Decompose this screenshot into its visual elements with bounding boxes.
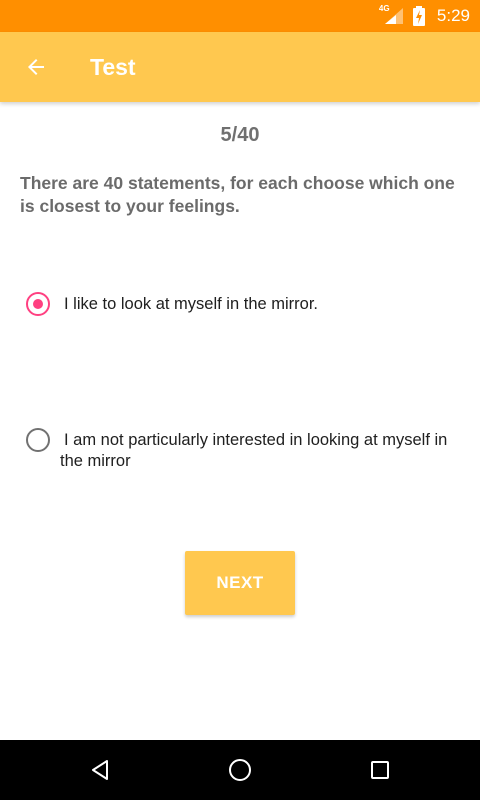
next-button[interactable]: NEXT <box>185 551 295 615</box>
system-home-button[interactable] <box>200 740 280 800</box>
status-time: 5:29 <box>436 6 470 25</box>
network-indicator: 4G <box>379 4 405 26</box>
signal-icon <box>384 8 403 24</box>
answer-option-label[interactable]: I like to look at myself in the mirror. <box>60 294 465 315</box>
home-circle-icon <box>229 759 251 781</box>
app-bar: Test <box>0 32 480 102</box>
recents-square-icon <box>371 761 389 779</box>
system-back-button[interactable] <box>60 740 140 800</box>
battery-charging-icon <box>412 6 425 26</box>
status-bar: 4G 5:29 <box>0 0 480 32</box>
system-recents-button[interactable] <box>340 740 420 800</box>
page-title: Test <box>90 54 136 80</box>
question-progress: 5/40 <box>220 124 260 146</box>
status-icons: 4G 5:29 <box>379 0 470 32</box>
instructions-text: There are 40 statements, for each choose… <box>20 173 455 216</box>
answer-option-label[interactable]: I am not particularly interested in look… <box>60 430 465 472</box>
radio-button-unselected[interactable] <box>26 428 50 452</box>
arrow-left-icon <box>28 59 44 75</box>
back-button[interactable] <box>12 43 60 91</box>
back-triangle-icon <box>92 760 108 780</box>
radio-button-selected[interactable] <box>26 292 50 316</box>
system-navigation-bar <box>0 740 480 800</box>
